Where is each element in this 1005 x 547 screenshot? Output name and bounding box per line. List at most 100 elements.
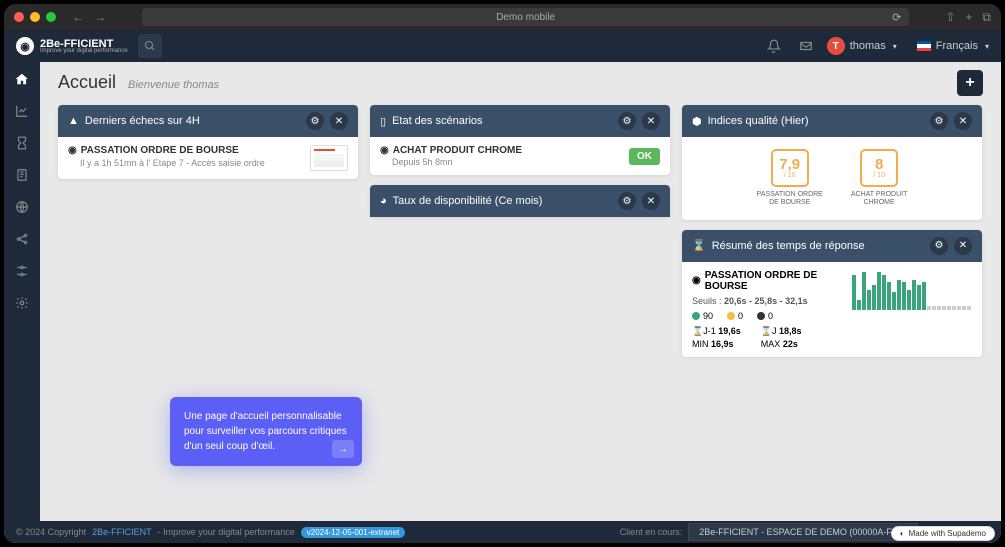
notifications-icon[interactable]	[763, 35, 785, 57]
footer-brand-link[interactable]: 2Be-FFICIENT	[92, 527, 152, 537]
legend-item: 90	[692, 311, 713, 321]
app-footer: © 2024 Copyright 2Be-FFICIENT - Improve …	[4, 521, 1001, 543]
supademo-icon: ◐	[900, 529, 905, 538]
forward-button[interactable]: →	[94, 10, 106, 24]
sidebar-item-reports[interactable]	[13, 166, 31, 184]
url-bar[interactable]: Demo mobile ⟳	[142, 8, 909, 26]
back-button[interactable]: ←	[72, 10, 84, 24]
window-minimize-icon[interactable]	[30, 12, 40, 22]
share-icon[interactable]: ⇧	[945, 10, 955, 25]
user-avatar: T	[827, 37, 845, 55]
messages-icon[interactable]	[795, 35, 817, 57]
brand-tagline: Improve your digital performance	[40, 48, 128, 54]
scenario-detail: Depuis 5h 8mn	[392, 157, 621, 167]
failure-thumbnail[interactable]	[310, 145, 348, 171]
failure-name: PASSATION ORDRE DE BOURSE	[81, 145, 239, 156]
loading-icon: ◕	[380, 195, 387, 207]
reload-icon[interactable]: ⟳	[892, 11, 901, 24]
failure-detail: Il y a 1h 51mn à l' Etape 7 - Accès sais…	[80, 158, 302, 168]
widget-title: Résumé des temps de réponse	[712, 240, 924, 252]
client-label: Client en cours:	[620, 527, 683, 537]
status-badge: OK	[629, 148, 660, 165]
onboarding-tooltip: Une page d'accueil personnalisable pour …	[170, 397, 362, 466]
quality-max: / 10	[784, 172, 796, 179]
widget-close-button[interactable]: ✕	[642, 112, 660, 130]
tooltip-next-button[interactable]: →	[332, 440, 354, 458]
widget-settings-button[interactable]: ⚙	[930, 112, 948, 130]
widget-settings-button[interactable]: ⚙	[306, 112, 324, 130]
add-widget-button[interactable]: +	[957, 70, 983, 96]
widget-close-button[interactable]: ✕	[954, 237, 972, 255]
language-label: Français	[936, 40, 978, 52]
stat-min: MIN 16,9s	[692, 339, 741, 349]
quality-item[interactable]: 8 / 10 ACHAT PRODUITCHROME	[851, 149, 908, 208]
scenario-name: ACHAT PRODUIT CHROME	[393, 145, 522, 156]
language-select[interactable]: Français ▾	[917, 40, 989, 52]
search-icon	[144, 40, 156, 52]
sidebar	[4, 62, 40, 521]
search-button[interactable]	[138, 34, 162, 58]
stat-j: ⌛J 18,8s	[761, 326, 802, 337]
app-header: ◉ 2Be-FFICIENT Improve your digital perf…	[4, 30, 1001, 62]
widget-response-times: ⌛ Résumé des temps de réponse ⚙ ✕ ◉PASSA…	[682, 230, 982, 357]
widget-availability: ◕ Taux de disponibilité (Ce mois) ⚙ ✕	[370, 185, 670, 217]
sidebar-item-config[interactable]	[13, 262, 31, 280]
stat-j1: ⌛J-1 19,6s	[692, 326, 741, 337]
widget-title: Derniers échecs sur 4H	[85, 115, 300, 127]
client-select[interactable]: 2Be-FFICIENT - ESPACE DE DEMO (00000A-FR…	[688, 523, 918, 541]
sidebar-item-share[interactable]	[13, 230, 31, 248]
legend-item: 0	[727, 311, 743, 321]
widget-title: Etat des scénarios	[392, 115, 612, 127]
widget-scenarios: ▯ Etat des scénarios ⚙ ✕ ◉ ACHAT PRODUIT …	[370, 105, 670, 175]
quality-score: 7,9	[779, 157, 800, 172]
badge-icon: ⬢	[692, 115, 702, 128]
threshold-values: 20,6s - 25,8s - 32,1s	[724, 296, 808, 306]
stat-max: MAX 22s	[761, 339, 802, 349]
tooltip-text: Une page d'accueil personnalisable pour …	[184, 411, 347, 452]
url-text: Demo mobile	[496, 12, 555, 23]
widget-settings-button[interactable]: ⚙	[618, 112, 636, 130]
target-icon: ◉	[380, 145, 389, 156]
window-close-icon[interactable]	[14, 12, 24, 22]
widget-title: Indices qualité (Hier)	[708, 115, 924, 127]
warning-icon: ▲	[68, 115, 79, 127]
scenario-item[interactable]: ◉ ACHAT PRODUIT CHROME Depuis 5h 8mn OK	[380, 145, 660, 167]
widget-settings-button[interactable]: ⚙	[930, 237, 948, 255]
user-name: thomas	[850, 40, 886, 52]
widget-close-button[interactable]: ✕	[330, 112, 348, 130]
footer-tagline: - Improve your digital performance	[158, 527, 295, 537]
sidebar-item-settings[interactable]	[13, 294, 31, 312]
chevron-down-icon: ▾	[893, 42, 897, 51]
target-icon: ◉	[692, 275, 701, 286]
page-title: Accueil	[58, 72, 116, 93]
quality-item[interactable]: 7,9 / 10 PASSATION ORDREDE BOURSE	[757, 149, 823, 208]
widget-quality: ⬢ Indices qualité (Hier) ⚙ ✕ 7,9	[682, 105, 982, 220]
target-icon: ◉	[68, 145, 77, 156]
browser-chrome-bar: ← → Demo mobile ⟳ ⇧ + ⧉	[4, 4, 1001, 30]
widget-title: Taux de disponibilité (Ce mois)	[393, 195, 612, 207]
tabs-icon[interactable]: ⧉	[982, 10, 991, 25]
sidebar-item-charts[interactable]	[13, 102, 31, 120]
widget-close-button[interactable]: ✕	[954, 112, 972, 130]
supademo-badge[interactable]: ◐ Made with Supademo	[891, 526, 995, 541]
copyright: © 2024 Copyright	[16, 527, 86, 537]
sidebar-item-home[interactable]	[13, 70, 31, 88]
widget-settings-button[interactable]: ⚙	[618, 192, 636, 210]
mobile-icon: ▯	[380, 115, 386, 128]
flag-icon	[917, 41, 931, 51]
chevron-down-icon: ▾	[985, 42, 989, 51]
logo-icon: ◉	[16, 37, 34, 55]
widget-failures: ▲ Derniers échecs sur 4H ⚙ ✕ ◉ PASSATION …	[58, 105, 358, 179]
add-tab-icon[interactable]: +	[965, 10, 972, 25]
legend-item: 0	[757, 311, 773, 321]
version-badge: v2024-12-05-001-extranet	[301, 527, 406, 538]
user-menu[interactable]: T thomas ▾	[827, 37, 897, 55]
window-maximize-icon[interactable]	[46, 12, 56, 22]
brand-logo[interactable]: ◉ 2Be-FFICIENT Improve your digital perf…	[16, 37, 128, 55]
sidebar-item-scenarios[interactable]	[13, 134, 31, 152]
quality-max: / 10	[873, 172, 885, 179]
response-chart	[852, 270, 972, 310]
widget-close-button[interactable]: ✕	[642, 192, 660, 210]
sidebar-item-globe[interactable]	[13, 198, 31, 216]
failure-item[interactable]: ◉ PASSATION ORDRE DE BOURSE Il y a 1h 51m…	[68, 145, 348, 171]
